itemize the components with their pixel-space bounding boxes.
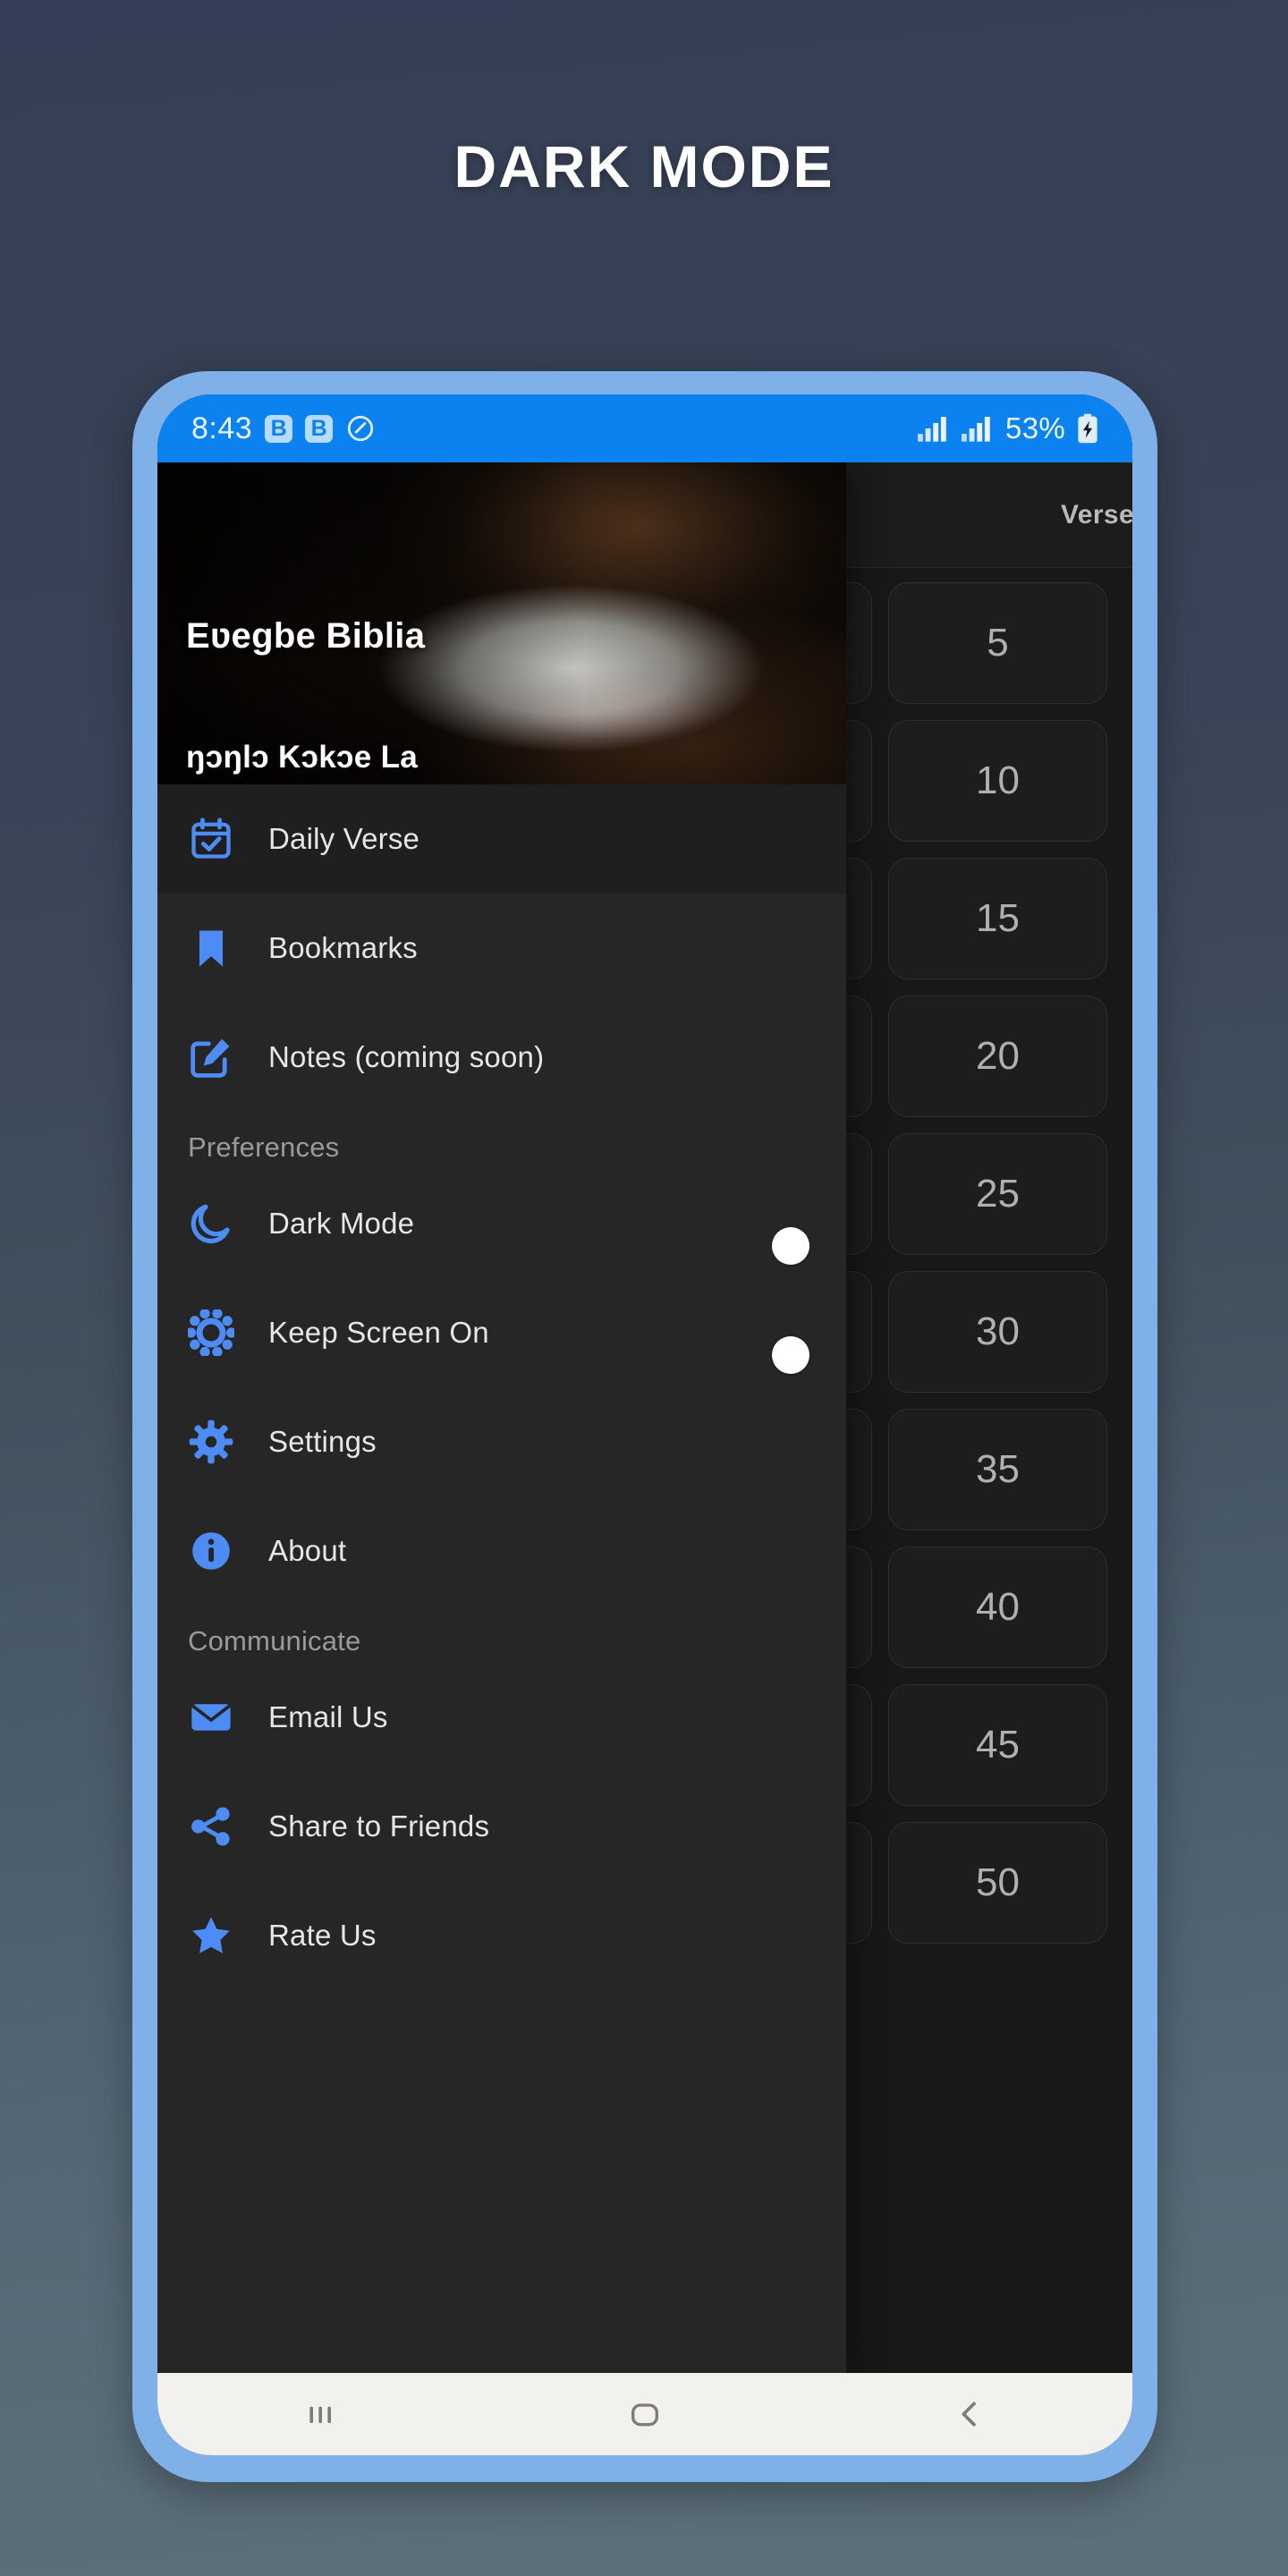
drawer-item-label: Settings <box>268 1425 377 1458</box>
drawer-item-label: Share to Friends <box>268 1809 490 1843</box>
phone-screen: 8:43 B B 53% Verse 5 10 15 20 25 30 35 4… <box>157 394 1132 2455</box>
signal-bars-icon <box>962 415 996 442</box>
navigation-drawer: Eʋegbe Biblia ŋɔŋlɔ Kɔkɔe La Daily Verse… <box>157 462 846 2373</box>
phone-frame: 8:43 B B 53% Verse 5 10 15 20 25 30 35 4… <box>132 371 1157 2482</box>
drawer-item-label: Dark Mode <box>268 1207 415 1240</box>
page-title: DARK MODE <box>453 133 835 199</box>
drawer-item-keep-screen-on[interactable]: Keep Screen On <box>157 1278 846 1387</box>
drawer-item-bookmarks[interactable]: Bookmarks <box>157 894 846 1003</box>
moon-icon <box>188 1200 243 1247</box>
app-subtitle: ŋɔŋlɔ Kɔkɔe La <box>186 740 419 775</box>
verse-number-cell[interactable]: 15 <box>888 858 1107 979</box>
verse-number-cell[interactable]: 25 <box>888 1133 1107 1255</box>
info-icon <box>188 1528 243 1574</box>
drawer-section-heading: Preferences <box>188 1131 340 1163</box>
drawer-item-share-to-friends[interactable]: Share to Friends <box>157 1772 846 1881</box>
verse-number-cell[interactable]: 30 <box>888 1271 1107 1393</box>
home-button[interactable] <box>555 2396 734 2432</box>
verse-number-cell[interactable]: 45 <box>888 1684 1107 1806</box>
signal-bars-icon <box>918 415 952 442</box>
calendar-check-icon <box>188 816 243 862</box>
drawer-item-email-us[interactable]: Email Us <box>157 1663 846 1772</box>
status-bar-right: 53% <box>918 411 1100 445</box>
star-icon <box>188 1912 243 1959</box>
drawer-item-dark-mode[interactable]: Dark Mode <box>157 1169 846 1278</box>
verse-number-cell[interactable]: 5 <box>888 582 1107 704</box>
recents-button[interactable] <box>231 2396 410 2432</box>
drawer-item-about[interactable]: About <box>157 1496 846 1606</box>
battery-charging-icon <box>1075 413 1100 444</box>
status-bar-clock: 8:43 <box>191 411 253 445</box>
drawer-item-label: About <box>268 1534 347 1567</box>
brightness-icon <box>188 1309 243 1356</box>
verse-number-cell[interactable]: 10 <box>888 720 1107 842</box>
app-title: Eʋegbe Biblia <box>186 616 426 656</box>
status-bar: 8:43 B B 53% <box>157 394 1132 462</box>
share-icon <box>188 1803 243 1850</box>
drawer-item-settings[interactable]: Settings <box>157 1387 846 1496</box>
drawer-item-label: Notes (coming soon) <box>268 1040 545 1073</box>
screen-body: Verse 5 10 15 20 25 30 35 40 45 50 Eʋegb… <box>157 462 1132 2373</box>
back-button[interactable] <box>880 2396 1059 2432</box>
app-badge-icon: B <box>305 414 334 443</box>
drawer-section-heading: Communicate <box>188 1625 361 1657</box>
bookmark-icon <box>188 925 243 971</box>
verse-number-cell[interactable]: 50 <box>888 1822 1107 1944</box>
drawer-item-rate-us[interactable]: Rate Us <box>157 1881 846 1990</box>
note-edit-icon <box>188 1034 243 1080</box>
app-badge-icon: B <box>265 414 293 443</box>
drawer-item-label: Rate Us <box>268 1919 377 1952</box>
battery-percent-label: 53% <box>1005 411 1065 445</box>
do-not-disturb-icon <box>345 413 376 444</box>
verse-number-cell[interactable]: 20 <box>888 996 1107 1117</box>
verse-column-header: Verse <box>1061 499 1132 530</box>
drawer-item-label: Daily Verse <box>268 822 420 855</box>
envelope-icon <box>188 1694 243 1741</box>
drawer-item-label: Email Us <box>268 1700 388 1733</box>
drawer-item-daily-verse[interactable]: Daily Verse <box>157 784 846 894</box>
recents-icon <box>302 2396 338 2432</box>
drawer-item-notes-coming-soon[interactable]: Notes (coming soon) <box>157 1003 846 1112</box>
verse-number-cell[interactable]: 35 <box>888 1409 1107 1530</box>
android-navigation-bar <box>157 2373 1132 2455</box>
drawer-header: Eʋegbe Biblia ŋɔŋlɔ Kɔkɔe La <box>157 462 846 784</box>
back-icon <box>952 2396 987 2432</box>
drawer-item-label: Bookmarks <box>268 931 418 964</box>
home-icon <box>625 2396 665 2432</box>
gear-icon <box>188 1419 243 1465</box>
status-bar-left: 8:43 B B <box>191 411 376 446</box>
drawer-item-label: Keep Screen On <box>268 1316 489 1349</box>
verse-number-cell[interactable]: 40 <box>888 1546 1107 1668</box>
drawer-menu-list: Daily Verse Bookmarks Notes (coming soon) P… <box>157 784 846 2373</box>
